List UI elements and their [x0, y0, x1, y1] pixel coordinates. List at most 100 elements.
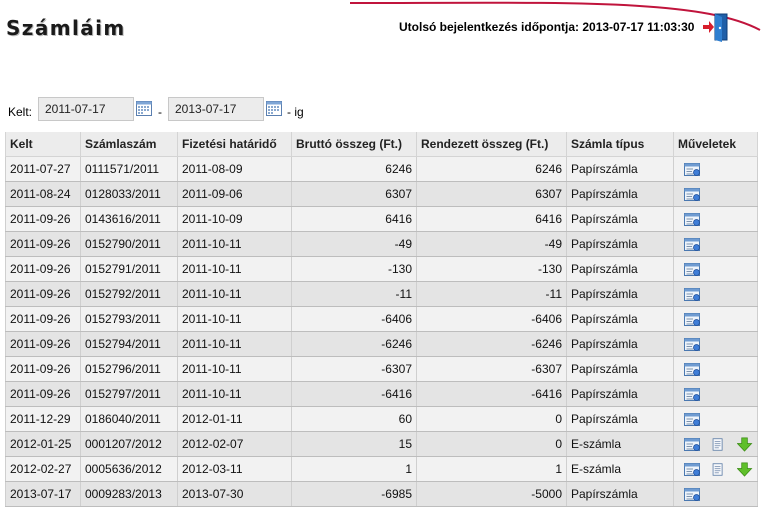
cell-kelt: 2011-09-26 — [5, 206, 81, 232]
cell-szamlaszam: 0152796/2011 — [80, 356, 178, 382]
cell-hatarido: 2011-10-11 — [177, 381, 292, 407]
cell-hatarido: 2012-03-11 — [177, 456, 292, 482]
date-from-input[interactable] — [38, 97, 134, 121]
cell-hatarido: 2011-08-09 — [177, 156, 292, 182]
col-header-rendezett[interactable]: Rendezett összeg (Ft.) — [416, 132, 567, 157]
cell-rendezett: 6416 — [416, 206, 567, 232]
table-row: 2011-09-26 0152797/2011 2011-10-11 -6416 -64… — [5, 381, 758, 407]
cell-szamlaszam: 0152797/2011 — [80, 381, 178, 407]
cell-brutto: 6307 — [291, 181, 417, 207]
invoice-view-icon[interactable] — [684, 487, 701, 502]
cell-brutto: -11 — [291, 281, 417, 307]
date-filter: Kelt: - - ig — [0, 97, 763, 125]
cell-brutto: -6985 — [291, 481, 417, 507]
cell-tipus: Papírszámla — [566, 281, 674, 307]
cell-szamlaszam: 0128033/2011 — [80, 181, 178, 207]
cell-hatarido: 2013-07-30 — [177, 481, 292, 507]
cell-tipus: Papírszámla — [566, 156, 674, 182]
invoice-view-icon[interactable] — [684, 187, 701, 202]
col-header-hatarido[interactable]: Fizetési határidő — [177, 132, 292, 157]
cell-kelt: 2012-01-25 — [5, 431, 81, 457]
cell-kelt: 2013-07-17 — [5, 481, 81, 507]
cell-tipus: Papírszámla — [566, 306, 674, 332]
table-row: 2011-09-26 0152794/2011 2011-10-11 -6246 -62… — [5, 331, 758, 357]
col-header-brutto[interactable]: Bruttó összeg (Ft.) — [291, 132, 417, 157]
cell-brutto: -6406 — [291, 306, 417, 332]
col-header-muveletek: Műveletek — [673, 132, 758, 157]
cell-tipus: Papírszámla — [566, 381, 674, 407]
cell-hatarido: 2011-10-09 — [177, 206, 292, 232]
table-row: 2011-09-26 0152792/2011 2011-10-11 -11 -11 Pa… — [5, 281, 758, 307]
document-icon[interactable] — [711, 437, 727, 452]
row-actions — [678, 187, 753, 202]
calendar-icon[interactable] — [136, 101, 152, 116]
row-actions — [678, 162, 753, 177]
invoice-view-icon[interactable] — [684, 337, 701, 352]
invoice-view-icon[interactable] — [684, 462, 701, 477]
cell-tipus: Papírszámla — [566, 256, 674, 282]
table-row: 2012-01-25 0001207/2012 2012-02-07 15 0 E-szá… — [5, 431, 758, 457]
cell-brutto: -6246 — [291, 331, 417, 357]
last-login-text: Utolsó bejelentkezés időpontja: 2013-07-… — [399, 20, 695, 34]
cell-actions — [673, 156, 758, 182]
invoice-view-icon[interactable] — [684, 212, 701, 227]
row-actions — [678, 362, 753, 377]
cell-hatarido: 2011-10-11 — [177, 256, 292, 282]
cell-rendezett: -6246 — [416, 331, 567, 357]
document-icon[interactable] — [711, 462, 727, 477]
cell-actions — [673, 481, 758, 507]
cell-hatarido: 2012-01-11 — [177, 406, 292, 432]
table-row: 2011-12-29 0186040/2011 2012-01-11 60 0 Papír… — [5, 406, 758, 432]
cell-kelt: 2011-08-24 — [5, 181, 81, 207]
date-to-input[interactable] — [168, 97, 264, 121]
cell-brutto: -6416 — [291, 381, 417, 407]
col-header-szamlaszam[interactable]: Számlaszám — [80, 132, 178, 157]
exit-door-icon[interactable] — [702, 12, 730, 42]
cell-szamlaszam: 0009283/2013 — [80, 481, 178, 507]
cell-kelt: 2011-09-26 — [5, 281, 81, 307]
download-arrow-icon[interactable] — [736, 437, 753, 452]
cell-rendezett: -130 — [416, 256, 567, 282]
cell-kelt: 2011-12-29 — [5, 406, 81, 432]
row-actions — [678, 437, 753, 452]
cell-brutto: 6246 — [291, 156, 417, 182]
cell-rendezett: 6307 — [416, 181, 567, 207]
invoice-view-icon[interactable] — [684, 262, 701, 277]
invoice-view-icon[interactable] — [684, 162, 701, 177]
cell-brutto: -6307 — [291, 356, 417, 382]
cell-kelt: 2011-09-26 — [5, 306, 81, 332]
invoice-view-icon[interactable] — [684, 387, 701, 402]
invoice-view-icon[interactable] — [684, 237, 701, 252]
cell-tipus: Papírszámla — [566, 331, 674, 357]
col-header-tipus[interactable]: Számla típus — [566, 132, 674, 157]
invoice-view-icon[interactable] — [684, 287, 701, 302]
invoice-view-icon[interactable] — [684, 412, 701, 427]
date-suffix: - ig — [287, 105, 304, 119]
cell-brutto: -130 — [291, 256, 417, 282]
cell-hatarido: 2011-10-11 — [177, 306, 292, 332]
cell-szamlaszam: 0111571/2011 — [80, 156, 178, 182]
row-actions — [678, 412, 753, 427]
invoice-view-icon[interactable] — [684, 362, 701, 377]
cell-kelt: 2011-09-26 — [5, 231, 81, 257]
calendar-icon[interactable] — [266, 101, 282, 116]
col-header-kelt[interactable]: Kelt — [5, 132, 81, 157]
invoice-table-body: 2011-07-27 0111571/2011 2011-08-09 6246 6246… — [5, 156, 758, 507]
cell-actions — [673, 431, 758, 457]
table-row: 2011-09-26 0152790/2011 2011-10-11 -49 -49 Pa… — [5, 231, 758, 257]
row-actions — [678, 487, 753, 502]
table-row: 2012-02-27 0005636/2012 2012-03-11 1 1 E-szám… — [5, 456, 758, 482]
cell-hatarido: 2011-10-11 — [177, 356, 292, 382]
cell-tipus: Papírszámla — [566, 206, 674, 232]
row-actions — [678, 312, 753, 327]
cell-rendezett: -6406 — [416, 306, 567, 332]
cell-rendezett: 1 — [416, 456, 567, 482]
download-arrow-icon[interactable] — [736, 462, 753, 477]
cell-brutto: 1 — [291, 456, 417, 482]
cell-rendezett: -5000 — [416, 481, 567, 507]
cell-hatarido: 2011-10-11 — [177, 231, 292, 257]
invoice-view-icon[interactable] — [684, 437, 701, 452]
invoice-view-icon[interactable] — [684, 312, 701, 327]
cell-rendezett: 6246 — [416, 156, 567, 182]
cell-brutto: 60 — [291, 406, 417, 432]
